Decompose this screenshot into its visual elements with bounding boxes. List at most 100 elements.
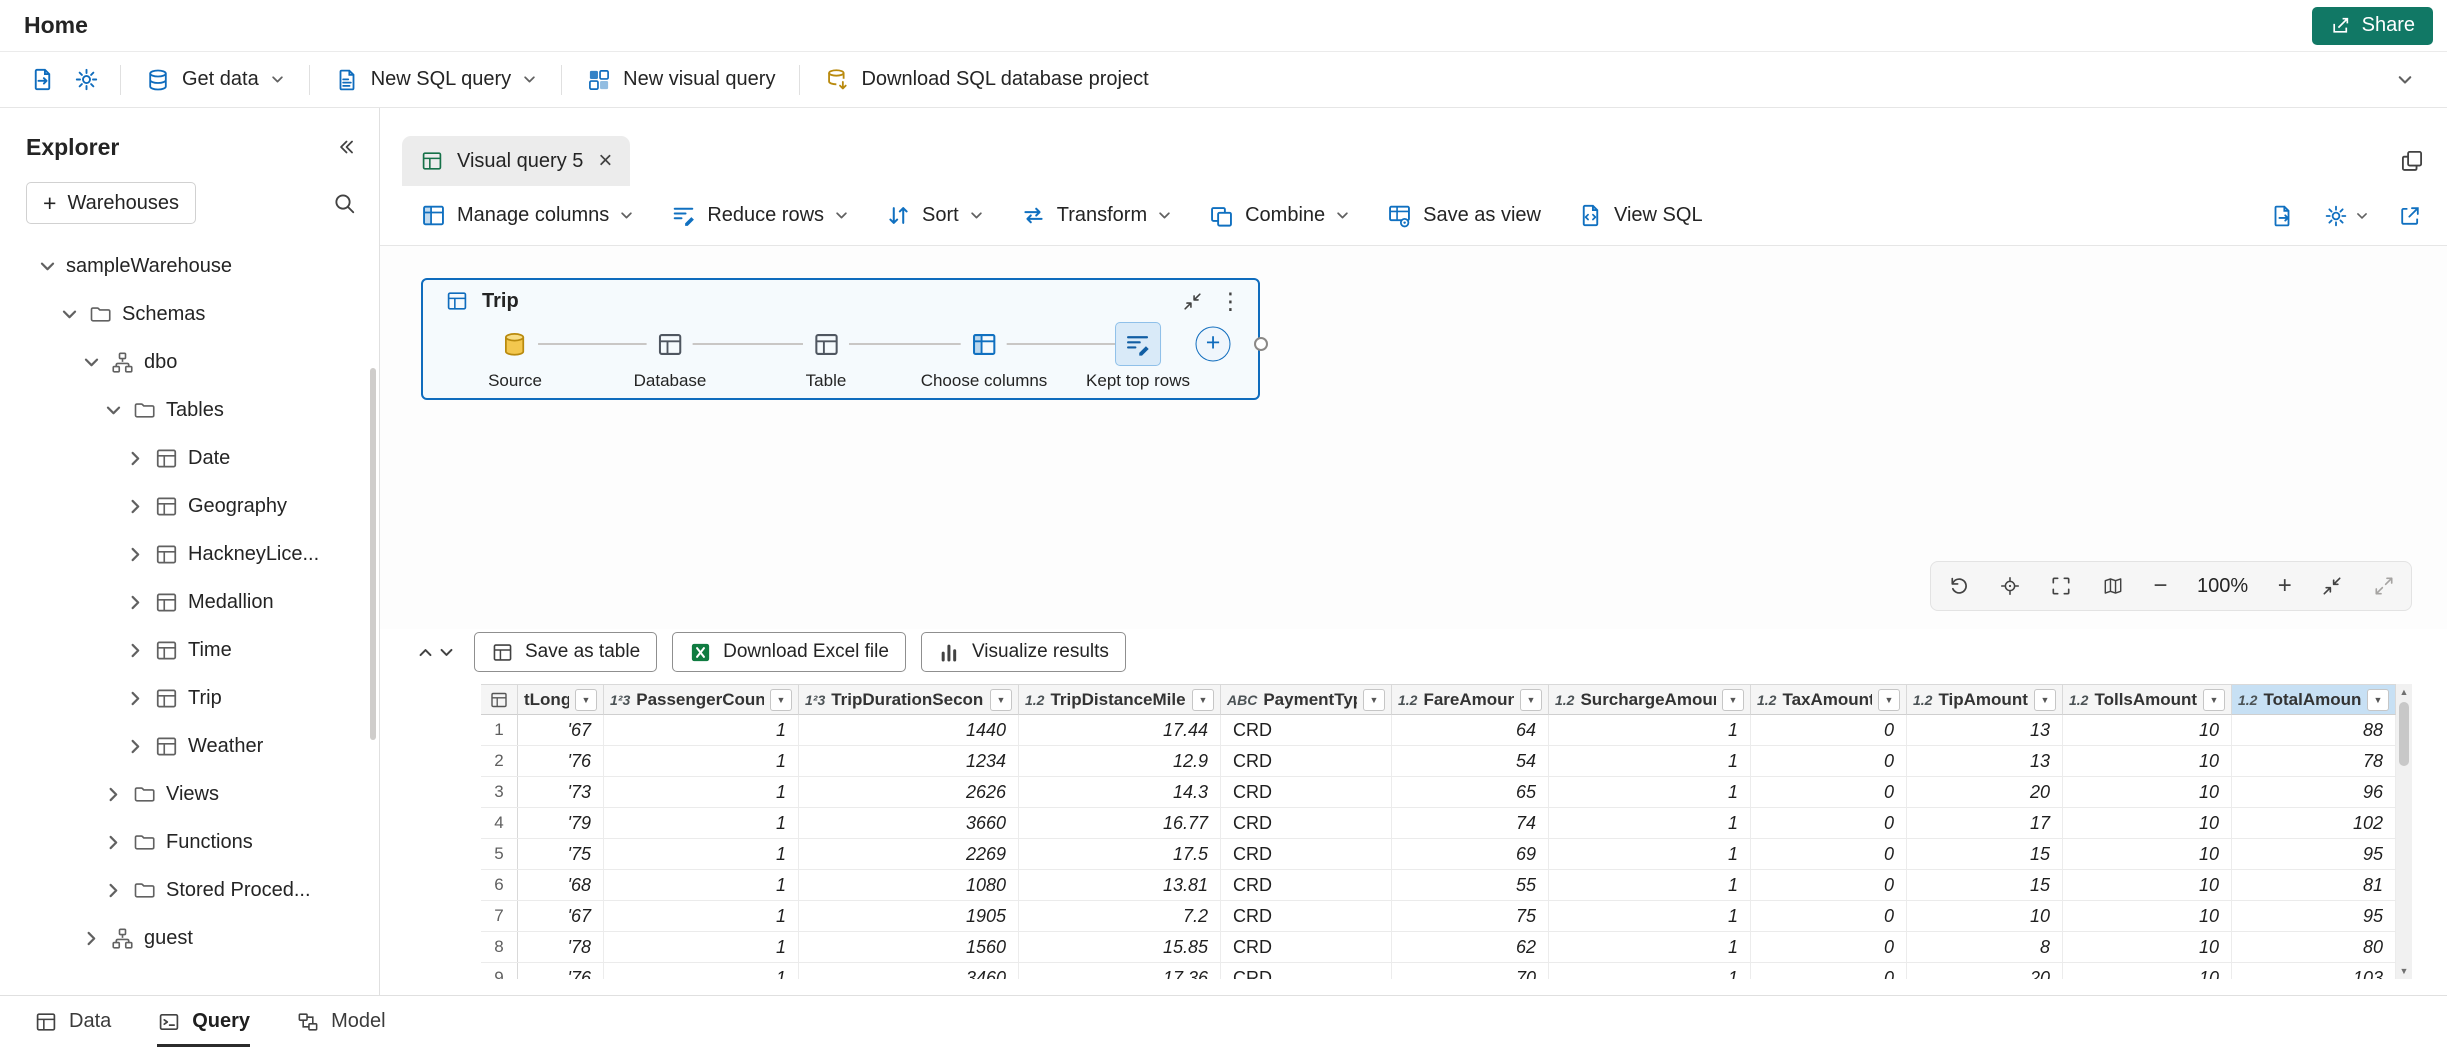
chevron-expanded-icon[interactable] (82, 353, 101, 372)
filter-button[interactable]: ▼ (1520, 689, 1542, 711)
expand-all-button[interactable] (2373, 575, 2395, 597)
tree-item-trip[interactable]: Trip (0, 674, 379, 722)
download-excel-button[interactable]: Download Excel file (672, 632, 906, 672)
tree-item-schemas[interactable]: Schemas (0, 290, 379, 338)
share-button[interactable]: Share (2312, 7, 2433, 45)
combine-button[interactable]: Combine (1208, 202, 1350, 229)
tree-item-medallion[interactable]: Medallion (0, 578, 379, 626)
transform-button[interactable]: Transform (1020, 202, 1172, 229)
step-table[interactable]: Table (803, 322, 849, 391)
query-node-trip[interactable]: Trip ⋮ Source (421, 278, 1260, 400)
step-choose-columns[interactable]: Choose columns (921, 322, 1048, 391)
chevron-collapsed-icon[interactable] (126, 641, 145, 660)
chevron-collapsed-icon[interactable] (126, 497, 145, 516)
filter-button[interactable]: ▼ (1878, 689, 1900, 711)
column-header-passengercount[interactable]: 1²3 PassengerCount ▼ (604, 685, 799, 715)
filter-button[interactable]: ▼ (1722, 689, 1744, 711)
chevron-collapsed-icon[interactable] (126, 689, 145, 708)
view-tab-query[interactable]: Query (157, 996, 250, 1047)
tree-item-functions[interactable]: Functions (0, 818, 379, 866)
node-output-port[interactable] (1254, 337, 1268, 351)
tree-item-time[interactable]: Time (0, 626, 379, 674)
view-tab-data[interactable]: Data (34, 996, 111, 1047)
column-header-paymenttype[interactable]: ABC PaymentType ▼ (1221, 685, 1392, 715)
step-source[interactable]: Source (488, 322, 542, 391)
collapse-explorer-button[interactable] (335, 136, 357, 158)
column-header-tripdistancemiles[interactable]: 1.2 TripDistanceMiles ▼ (1019, 685, 1221, 715)
filter-button[interactable]: ▼ (2367, 689, 2389, 711)
tree-item-samplewarehouse[interactable]: sampleWarehouse (0, 242, 379, 290)
column-header-surchargeamount[interactable]: 1.2 SurchargeAmount ▼ (1549, 685, 1751, 715)
column-header-fareamount[interactable]: 1.2 FareAmount ▼ (1392, 685, 1549, 715)
zoom-in-button[interactable]: + (2278, 574, 2292, 598)
view-sql-button[interactable]: View SQL (1577, 202, 1703, 229)
center-view-button[interactable] (1999, 575, 2021, 597)
close-tab-button[interactable]: × (596, 149, 614, 173)
manage-columns-button[interactable]: Manage columns (420, 202, 634, 229)
new-sql-query-button[interactable]: New SQL query (322, 58, 549, 102)
filter-button[interactable]: ▼ (1363, 689, 1385, 711)
tree-item-guest[interactable]: guest (0, 914, 379, 962)
sort-button[interactable]: Sort (885, 202, 984, 229)
tree-item-stored-procedures[interactable]: Stored Proced... (0, 866, 379, 914)
tree-item-geography[interactable]: Geography (0, 482, 379, 530)
column-header-tripdurationseconds[interactable]: 1²3 TripDurationSeconds ▼ (799, 685, 1019, 715)
settings-button[interactable] (64, 58, 108, 102)
open-in-new-button[interactable] (2397, 203, 2423, 229)
chevron-expanded-icon[interactable] (104, 401, 123, 420)
filter-button[interactable]: ▼ (1192, 689, 1214, 711)
new-visual-query-button[interactable]: New visual query (574, 58, 787, 102)
filter-button[interactable]: ▼ (990, 689, 1012, 711)
zoom-out-button[interactable]: − (2153, 574, 2167, 598)
collapse-all-button[interactable] (2321, 575, 2343, 597)
tree-item-weather[interactable]: Weather (0, 722, 379, 770)
column-header-taxamount[interactable]: 1.2 TaxAmount ▼ (1751, 685, 1907, 715)
fit-to-screen-button[interactable] (2050, 575, 2072, 597)
download-sql-project-button[interactable]: Download SQL database project (812, 58, 1160, 102)
chevron-collapsed-icon[interactable] (104, 833, 123, 852)
chevron-collapsed-icon[interactable] (126, 593, 145, 612)
chevron-collapsed-icon[interactable] (104, 785, 123, 804)
undo-button[interactable] (1947, 575, 1969, 597)
node-menu-button[interactable]: ⋮ (1219, 290, 1242, 313)
tree-item-date[interactable]: Date (0, 434, 379, 482)
add-step-button[interactable]: + (1196, 327, 1231, 362)
collapse-node-button[interactable] (1182, 291, 1203, 312)
tab-visual-query-5[interactable]: Visual query 5 × (402, 136, 630, 186)
step-database[interactable]: Database (634, 322, 707, 391)
collapse-ribbon-button[interactable] (2383, 58, 2427, 102)
filter-button[interactable]: ▼ (2203, 689, 2225, 711)
step-kept-top-rows[interactable]: Kept top rows (1086, 322, 1190, 391)
chevron-collapsed-icon[interactable] (82, 929, 101, 948)
scroll-down-button[interactable]: ▼ (2396, 963, 2412, 979)
explorer-scrollbar[interactable] (370, 368, 376, 740)
chevron-collapsed-icon[interactable] (126, 449, 145, 468)
tree-item-hackneylicense[interactable]: HackneyLice... (0, 530, 379, 578)
menu-home[interactable]: Home (24, 12, 88, 39)
chevron-collapsed-icon[interactable] (126, 737, 145, 756)
tree-item-dbo[interactable]: dbo (0, 338, 379, 386)
chevron-expanded-icon[interactable] (38, 257, 57, 276)
scrollbar-thumb[interactable] (2399, 702, 2409, 766)
filter-button[interactable]: ▼ (2034, 689, 2056, 711)
new-item-button[interactable] (20, 58, 64, 102)
filter-button[interactable]: ▼ (575, 689, 597, 711)
minimap-button[interactable] (2102, 575, 2124, 597)
tree-item-views[interactable]: Views (0, 770, 379, 818)
column-header-tlong[interactable]: tLong ▼ (518, 685, 604, 715)
save-as-view-button[interactable]: Save as view (1386, 202, 1541, 229)
get-data-button[interactable]: Get data (133, 58, 297, 102)
scroll-up-button[interactable]: ▲ (2396, 684, 2412, 700)
column-header-tollsamount[interactable]: 1.2 TollsAmount ▼ (2063, 685, 2232, 715)
chevron-collapsed-icon[interactable] (126, 545, 145, 564)
reduce-rows-button[interactable]: Reduce rows (670, 202, 849, 229)
column-header-totalamount[interactable]: 1.2 TotalAmount ▼ (2232, 685, 2396, 715)
search-button[interactable] (332, 191, 357, 216)
grid-corner-cell[interactable] (481, 685, 518, 715)
add-warehouses-button[interactable]: + Warehouses (26, 182, 196, 224)
filter-button[interactable]: ▼ (770, 689, 792, 711)
chevron-collapsed-icon[interactable] (104, 881, 123, 900)
export-template-button[interactable] (2269, 203, 2295, 229)
view-tab-model[interactable]: Model (296, 996, 385, 1047)
collapse-results-button[interactable] (438, 644, 455, 661)
